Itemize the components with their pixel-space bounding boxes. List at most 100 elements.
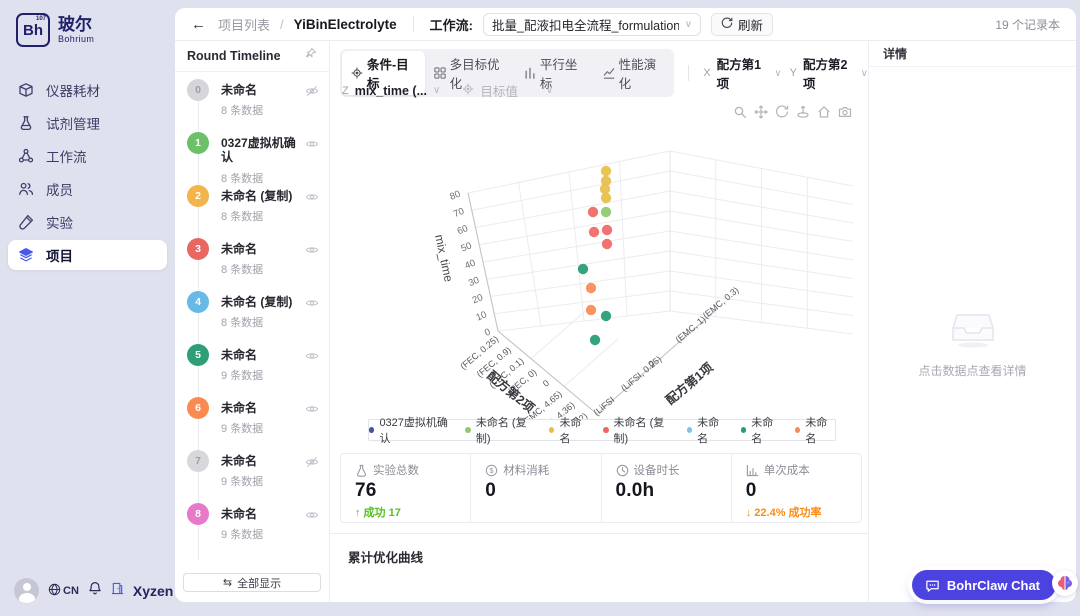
org-icon[interactable] — [111, 582, 124, 600]
logo-abbr: Bh — [23, 21, 43, 39]
stats-row: 实验总数 76 ↑ 成功 17 $ 材料消耗 0 设备时长 0.0h 单次成本 0 ↓ 22.4% … — [340, 453, 862, 523]
legend-item-3[interactable]: 未命名 (复制) — [603, 414, 673, 446]
notification-bell-icon[interactable] — [88, 581, 102, 600]
eye-icon[interactable] — [305, 402, 319, 450]
round-list: 0 未命名 8 条数据 1 0327虚拟机确认 8 条数据 2 未命名 (复制) 8 条数据 3 未… — [175, 79, 329, 560]
scatter-3d-plot[interactable]: 80 70 60 50 40 30 20 10 0 mix_time (FEC, 0.25) (FEC… — [330, 111, 868, 453]
chat-bubble-icon — [926, 580, 939, 592]
round-item-4[interactable]: 4 未命名 (复制) 8 条数据 — [175, 291, 329, 344]
data-point[interactable] — [577, 263, 589, 275]
svg-text:(LiFSI, 0.25): (LiFSI, 0.25) — [619, 354, 663, 393]
round-data-count: 9 条数据 — [221, 529, 264, 542]
refresh-button[interactable]: 刷新 — [711, 12, 774, 36]
sidebar-item-2[interactable]: 工作流 — [8, 141, 167, 171]
data-point[interactable] — [588, 226, 600, 238]
round-item-5[interactable]: 5 未命名 9 条数据 — [175, 344, 329, 397]
legend-item-2[interactable]: 未命名 — [549, 414, 589, 446]
round-item-1[interactable]: 1 0327虚拟机确认 8 条数据 — [175, 132, 329, 185]
data-point[interactable] — [601, 238, 613, 250]
sidebar-item-5[interactable]: 项目 — [8, 240, 167, 270]
trend-icon — [603, 67, 615, 79]
legend-item-4[interactable]: 未命名 — [686, 414, 727, 446]
eye-off-icon[interactable] — [305, 84, 319, 132]
round-data-count: 9 条数据 — [221, 370, 264, 383]
data-point[interactable] — [587, 206, 599, 218]
org-name[interactable]: Xyzen — [133, 583, 173, 599]
breadcrumb-separator: / — [280, 16, 284, 32]
legend-item-6[interactable]: 未命名 — [794, 414, 835, 446]
sidebar-item-0[interactable]: 仪器耗材 — [8, 75, 167, 105]
eye-icon[interactable] — [305, 243, 319, 291]
chevron-down-icon: ∨ — [860, 67, 868, 79]
box-icon — [18, 82, 34, 98]
language-switch[interactable]: CN — [48, 583, 79, 599]
data-point[interactable] — [589, 334, 601, 346]
eye-icon[interactable] — [305, 137, 319, 185]
header-divider — [412, 16, 414, 32]
grid-icon — [433, 67, 446, 79]
eye-icon[interactable] — [305, 296, 319, 344]
round-item-6[interactable]: 6 未命名 9 条数据 — [175, 397, 329, 450]
sidebar: 107 Bh 玻尔 Bohrium 仪器耗材 试剂管理 工作流 成员 实验 项目 CN X… — [0, 0, 175, 616]
optimization-curve-section: 累计优化曲线 — [330, 533, 868, 602]
round-number-badge: 4 — [187, 291, 209, 313]
round-item-2[interactable]: 2 未命名 (复制) 8 条数据 — [175, 185, 329, 238]
chart-toolbar-row2: Z mix_time (... ∨ 目标值 ∨ — [342, 81, 553, 100]
breadcrumb-current: YiBinElectrolyte — [293, 16, 397, 32]
legend-dot — [369, 427, 375, 433]
target-value-label: 目标值 — [480, 85, 518, 99]
eye-icon[interactable] — [305, 190, 319, 238]
experiment-count-icon — [355, 464, 368, 477]
round-data-count: 8 条数据 — [221, 211, 264, 224]
round-name: 未命名 (复制) — [221, 295, 293, 309]
brand[interactable]: 107 Bh 玻尔 Bohrium — [16, 13, 94, 47]
avatar[interactable] — [14, 578, 39, 603]
legend-item-1[interactable]: 未命名 (复制) — [465, 414, 535, 446]
data-point[interactable] — [600, 165, 612, 177]
legend-item-5[interactable]: 未命名 — [740, 414, 781, 446]
round-item-0[interactable]: 0 未命名 8 条数据 — [175, 79, 329, 132]
round-item-8[interactable]: 8 未命名 9 条数据 — [175, 503, 329, 556]
round-name: 未命名 — [221, 83, 258, 97]
brain-badge-icon[interactable] — [1052, 570, 1078, 596]
round-item-3[interactable]: 3 未命名 8 条数据 — [175, 238, 329, 291]
svg-text:70: 70 — [452, 206, 466, 220]
legend-item-0[interactable]: 0327虚拟机确认 — [369, 414, 451, 446]
sidebar-item-4[interactable]: 实验 — [8, 207, 167, 237]
workflow-select[interactable]: 批量_配液扣电全流程_formulation1 (... ∨ — [483, 12, 702, 36]
back-button[interactable]: ← — [191, 16, 206, 33]
show-all-button[interactable]: ⇆ 全部显示 — [183, 573, 321, 592]
round-item-7[interactable]: 7 未命名 9 条数据 — [175, 450, 329, 503]
material-cost-icon: $ — [485, 464, 498, 477]
legend-dot — [465, 427, 471, 433]
breadcrumb-root[interactable]: 项目列表 — [218, 15, 270, 34]
chart-column: 条件-目标 多目标优化 平行坐标 性能演化 X 配方第1项 ∨ Y 配方第2项 ∨ — [330, 41, 868, 602]
pin-icon[interactable] — [304, 47, 317, 65]
data-point[interactable] — [599, 183, 611, 195]
sidebar-item-1[interactable]: 试剂管理 — [8, 108, 167, 138]
z-axis-select[interactable]: Z mix_time (... ∨ — [342, 84, 440, 98]
round-name: 未命名 — [221, 242, 258, 256]
eye-icon[interactable] — [305, 349, 319, 397]
data-point[interactable] — [601, 224, 613, 236]
data-point[interactable] — [600, 206, 612, 218]
sidebar-footer: CN Xyzen — [14, 578, 173, 603]
data-point[interactable] — [585, 304, 597, 316]
x-axis-select[interactable]: X 配方第1项 ∨ — [703, 54, 781, 92]
legend-dot — [740, 427, 747, 433]
sidebar-item-3[interactable]: 成员 — [8, 174, 167, 204]
target-value-select[interactable]: 目标值 ∨ — [462, 81, 553, 100]
view-tab-3[interactable]: 性能演化 — [594, 51, 673, 95]
svg-text:$: $ — [490, 466, 494, 475]
members-icon — [18, 181, 34, 197]
eye-icon[interactable] — [305, 508, 319, 556]
eye-off-icon[interactable] — [305, 455, 319, 503]
bohrclaw-chat-button[interactable]: BohrClaw Chat — [911, 570, 1056, 600]
data-point[interactable] — [585, 282, 597, 294]
y-axis-select[interactable]: Y 配方第2项 ∨ — [790, 54, 868, 92]
svg-text:40: 40 — [463, 258, 477, 272]
data-point[interactable] — [600, 310, 612, 322]
data-point[interactable] — [600, 192, 612, 204]
y-axis-value: 配方第2项 — [803, 58, 848, 91]
round-name: 未命名 — [221, 401, 258, 415]
